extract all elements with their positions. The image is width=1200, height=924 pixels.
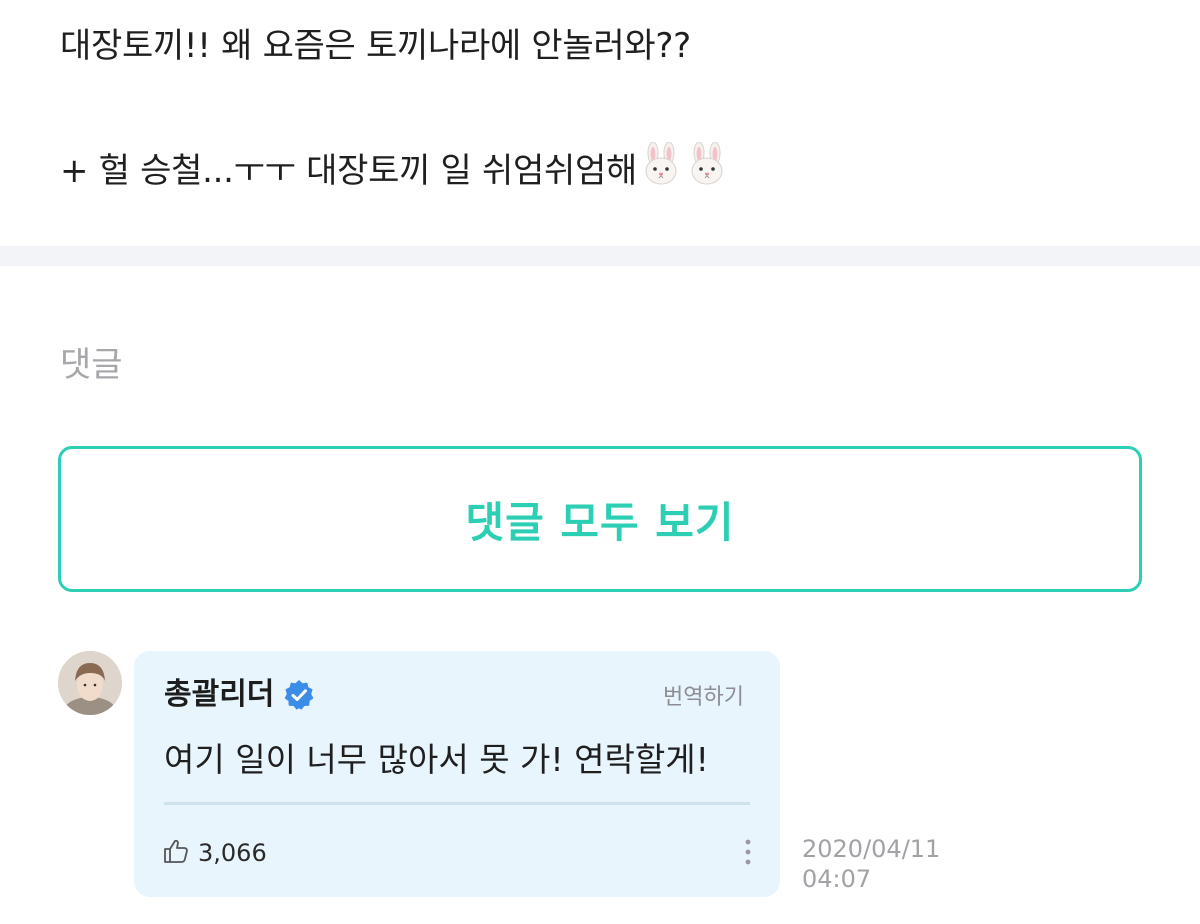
like-count: 3,066	[198, 839, 267, 867]
comment-date: 2020/04/11	[802, 835, 941, 863]
comment-timestamp: 2020/04/11 04:07	[802, 834, 982, 894]
comment-divider	[164, 802, 750, 805]
thumbs-up-icon	[162, 837, 190, 869]
comment-bubble: 총괄리더 번역하기 여기 일이 너무 많아서 못 가! 연락할게! 3,066	[134, 651, 780, 897]
section-divider	[0, 246, 1200, 266]
comment-time: 04:07	[802, 865, 872, 893]
post-detail-page: 대장토끼!! 왜 요즘은 토끼나라에 안놀러와?? + 헐 승철...ㅜㅜ 대장…	[0, 0, 1200, 924]
avatar[interactable]	[58, 651, 122, 715]
post-text-line-2-wrapper: + 헐 승철...ㅜㅜ 대장토끼 일 쉬엄쉬엄해	[60, 141, 729, 203]
like-button[interactable]: 3,066	[162, 837, 267, 869]
verified-badge-icon	[282, 678, 316, 712]
rabbit-emoji-icon	[685, 141, 729, 203]
more-options-icon[interactable]	[742, 837, 754, 867]
post-text-line-2: + 헐 승철...ㅜㅜ 대장토끼 일 쉬엄쉬엄해	[60, 151, 637, 191]
comment-author-row: 총괄리더	[164, 675, 316, 715]
view-all-comments-button[interactable]: 댓글 모두 보기	[58, 446, 1142, 592]
comment-author-name[interactable]: 총괄리더	[164, 675, 274, 715]
comments-heading: 댓글	[60, 345, 123, 385]
rabbit-emoji-icon	[639, 141, 683, 203]
comment-text: 여기 일이 너무 많아서 못 가! 연락할게!	[164, 740, 709, 779]
translate-button[interactable]: 번역하기	[663, 683, 744, 713]
post-text-line-1: 대장토끼!! 왜 요즘은 토끼나라에 안놀러와??	[60, 26, 691, 66]
view-all-comments-label: 댓글 모두 보기	[465, 497, 735, 547]
